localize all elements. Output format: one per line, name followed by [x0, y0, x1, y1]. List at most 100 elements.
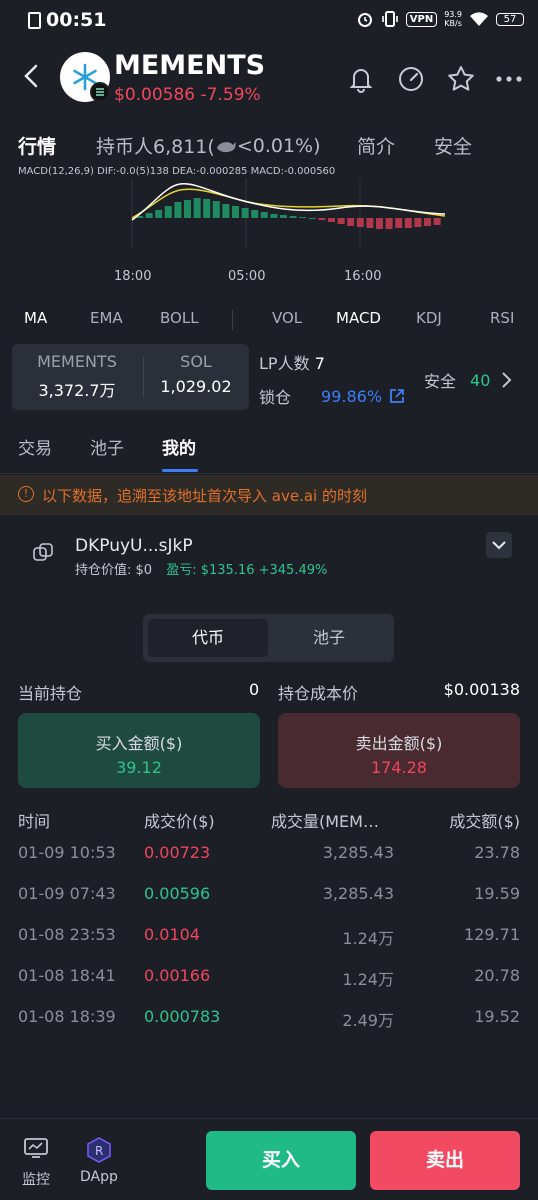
wallet-address[interactable]: DKPuyU...sJkP [75, 536, 193, 556]
macd-bar [308, 218, 316, 219]
lp-value: 7 [314, 354, 325, 373]
macd-bar [404, 218, 412, 228]
back-arrow-icon[interactable] [18, 62, 46, 90]
col-time: 时间 [18, 812, 51, 831]
col-amount: 成交额($) [449, 812, 520, 831]
tab-security[interactable]: 安全 [434, 132, 472, 159]
macd-bar [347, 218, 355, 226]
sim-icon [28, 12, 41, 29]
vibrate-icon [381, 11, 398, 27]
macd-bar [155, 210, 163, 218]
chevron-down-icon [492, 541, 506, 550]
holding-value: 持仓价值: $0 [75, 563, 153, 578]
row-amount: 19.59 [474, 884, 520, 903]
row-qty: 1.24万 [342, 929, 394, 948]
macd-bar [433, 218, 441, 225]
bell-icon[interactable] [346, 64, 376, 94]
row-time: 01-09 10:53 [18, 843, 116, 862]
macd-chart[interactable]: MACD(12,26,9) DIF:-0.0(5)138 DEA:-0.0002… [0, 166, 538, 298]
token-price: $0.00586 [114, 85, 196, 105]
row-qty: 3,285.43 [322, 843, 394, 862]
status-time: 00:51 [46, 9, 107, 31]
speedometer-icon[interactable] [396, 64, 426, 94]
subtab-trades[interactable]: 交易 [18, 434, 52, 459]
indicator-vol[interactable]: VOL [272, 309, 302, 327]
battery-indicator: 57 [496, 12, 524, 26]
more-icon[interactable] [494, 64, 524, 94]
sell-button[interactable]: 卖出 [370, 1131, 520, 1190]
buy-button[interactable]: 买入 [206, 1131, 356, 1190]
wallet-stats: 持仓价值: $0 盈亏: $135.16 +345.49% [75, 559, 327, 578]
wallet-summary: DKPuyU...sJkP 持仓价值: $0 盈亏: $135.16 +345.… [18, 532, 524, 580]
table-row: 01-09 10:53 0.00723 3,285.43 23.78 [0, 843, 538, 865]
indicator-boll[interactable]: BOLL [160, 309, 199, 327]
macd-bar [424, 218, 431, 226]
copy-icon[interactable] [32, 542, 54, 564]
macd-bar [395, 218, 403, 228]
subtab-underline [162, 469, 198, 472]
tab-market[interactable]: 行情 [18, 132, 56, 159]
bottom-bar: 监控 R DApp 买入 卖出 [0, 1118, 538, 1200]
main-tabs: 行情 持币人6,811( <0.01%) 简介 安全 [0, 126, 538, 166]
macd-bar [328, 218, 335, 222]
cost-price-label: 持仓成本价 [278, 684, 359, 703]
safety-label: 安全 [424, 372, 457, 391]
tab-holders[interactable]: 持币人6,811( <0.01%) [96, 132, 321, 159]
solana-badge-icon [90, 82, 110, 102]
indicator-kdj[interactable]: KDJ [416, 309, 442, 327]
time-label-3: 16:00 [344, 269, 382, 284]
col-price: 成交价($) [144, 812, 215, 831]
sell-amount-value: 174.28 [371, 758, 427, 777]
row-amount: 20.78 [474, 966, 520, 985]
current-holding-label: 当前持仓 [18, 684, 83, 703]
safety-score[interactable]: 安全 40 [424, 368, 514, 392]
indicator-ema[interactable]: EMA [90, 309, 123, 327]
indicator-rsi[interactable]: RSI [490, 309, 514, 327]
macd-bar [385, 218, 393, 229]
row-qty: 2.49万 [342, 1011, 394, 1030]
macd-bar [203, 199, 211, 218]
monitor-icon [24, 1138, 48, 1158]
sell-amount-label: 卖出金额($) [355, 734, 443, 753]
toggle-token[interactable]: 代币 [148, 619, 268, 657]
status-bar: 00:51 VPN 93.9 KB/s 57 [0, 0, 538, 42]
token-price-line: $0.00586 -7.59% [114, 85, 261, 105]
subtab-pools[interactable]: 池子 [90, 434, 124, 459]
tab-intro[interactable]: 简介 [357, 132, 395, 159]
token-header: MEMENTS $0.00586 -7.59% [0, 44, 538, 116]
macd-bar [337, 218, 345, 224]
lock-row[interactable]: 锁仓 99.86% [259, 384, 406, 408]
toggle-pool[interactable]: 池子 [269, 619, 389, 657]
whale-icon [216, 141, 236, 152]
indicator-macd[interactable]: MACD [336, 309, 381, 327]
macd-bar [222, 204, 230, 218]
external-link-icon[interactable] [388, 387, 406, 405]
lock-label: 锁仓 [259, 388, 292, 407]
network-speed: 93.9 KB/s [444, 10, 462, 28]
macd-bar [376, 218, 383, 229]
token-change: -7.59% [200, 85, 261, 105]
wallet-dropdown[interactable] [486, 532, 512, 558]
safety-value: 40 [470, 370, 491, 390]
row-time: 01-08 18:39 [18, 1007, 116, 1026]
lock-value: 99.86% [321, 386, 383, 406]
indicator-divider [232, 310, 233, 330]
indicator-tabs: MA EMA BOLL VOL MACD KDJ RSI [0, 306, 538, 332]
nav-dapp[interactable]: R DApp [80, 1137, 118, 1185]
cost-price-value: $0.00138 [443, 680, 520, 699]
star-icon[interactable] [446, 64, 476, 94]
row-price: 0.00596 [144, 884, 211, 903]
lp-info: LP人数 7 锁仓 99.86% [259, 350, 406, 408]
row-amount: 129.71 [464, 925, 520, 944]
notice-banner: ! 以下数据，追溯至该地址首次导入 ave.ai 的时刻 [0, 475, 538, 515]
buy-amount-value: 39.12 [116, 758, 162, 777]
row-price: 0.00723 [144, 843, 211, 862]
indicator-ma[interactable]: MA [24, 309, 47, 327]
nav-monitor[interactable]: 监控 [22, 1137, 50, 1189]
macd-bar [174, 202, 182, 218]
macd-bar [280, 215, 287, 218]
warning-icon: ! [18, 486, 34, 502]
macd-bar [414, 218, 422, 227]
macd-bar [270, 214, 278, 218]
subtab-mine[interactable]: 我的 [162, 434, 196, 459]
